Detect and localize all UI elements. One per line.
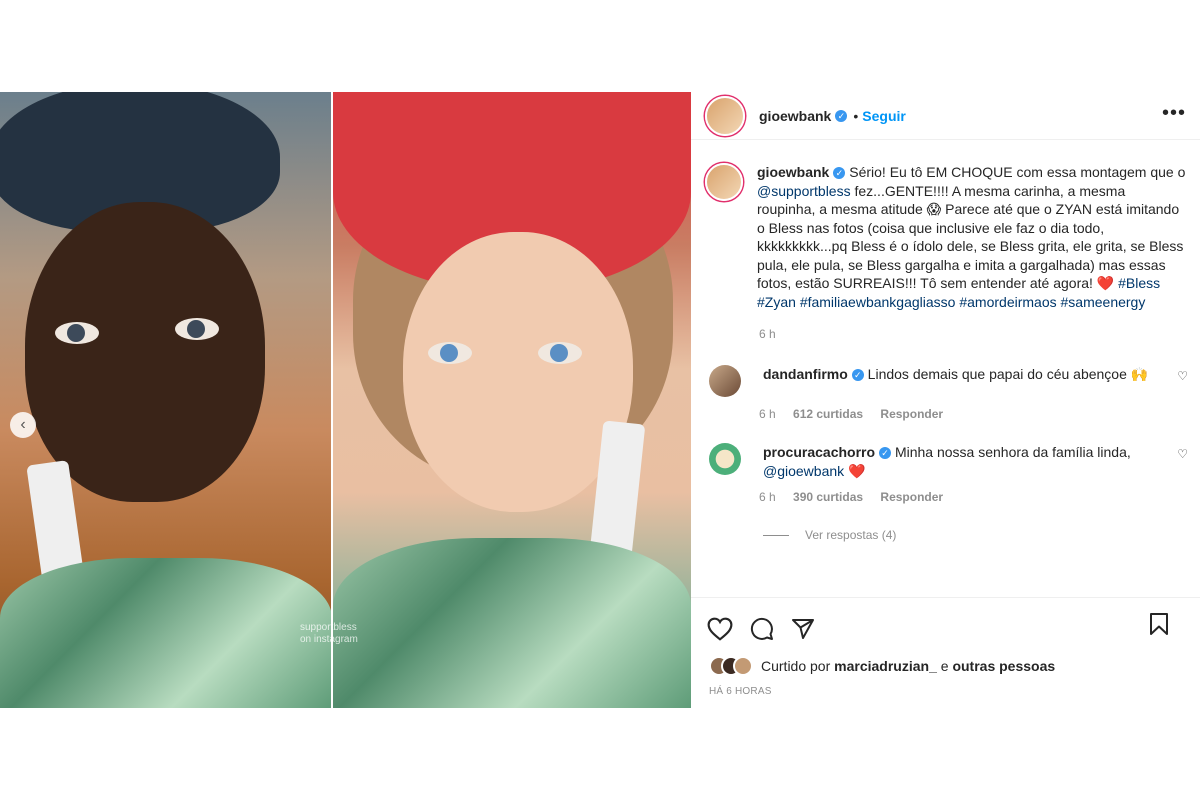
commenter-username[interactable]: procuracachorro (763, 444, 875, 460)
commenter-username[interactable]: dandanfirmo (763, 366, 848, 382)
liker-avatar[interactable] (733, 656, 753, 676)
photo-right-child (333, 92, 691, 708)
face-left (25, 202, 265, 502)
bookmark-icon[interactable] (1148, 612, 1170, 636)
liked-by-others[interactable]: outras pessoas (952, 658, 1055, 674)
verified-icon: ✓ (833, 167, 846, 180)
swimsuit-right (333, 538, 691, 708)
comment-likes[interactable]: 390 curtidas (793, 490, 863, 504)
comment-emoji: ❤️ (844, 462, 866, 479)
author-username[interactable]: gioewbank (759, 108, 831, 124)
watermark: supportbless on instagram (300, 622, 358, 646)
comments-section[interactable]: gioewbank ✓ Sério! Eu tô EM CHOQUE com es… (691, 141, 1200, 596)
comment-time: 6 h (759, 407, 776, 421)
hashtag-link[interactable]: #Bless (1118, 275, 1160, 291)
verified-icon: ✓ (851, 369, 864, 382)
hashtag-link[interactable]: #sameenergy (1061, 294, 1146, 310)
reply-button[interactable]: Responder (880, 407, 943, 421)
post-media[interactable]: ‹ supportbless on instagram (0, 92, 691, 708)
hashtag-link[interactable]: #amordeirmaos (959, 294, 1056, 310)
post-timestamp[interactable]: HÁ 6 HORAS (691, 686, 1200, 697)
eye-right-1 (428, 342, 472, 364)
view-replies[interactable]: Ver respostas (4) (763, 528, 1200, 542)
eye-left-2 (175, 318, 219, 340)
caption-avatar[interactable] (705, 163, 743, 201)
eye-right-2 (538, 342, 582, 364)
reply-button[interactable]: Responder (880, 490, 943, 504)
commenter-avatar[interactable] (709, 443, 741, 475)
liked-by-user[interactable]: marciadruzian_ (834, 658, 937, 674)
previous-arrow-icon[interactable]: ‹ (10, 412, 36, 438)
photo-left-child: ‹ (0, 92, 332, 708)
post-panel: gioewbank ✓ • Seguir ••• gioewbank ✓ Séri… (691, 92, 1200, 708)
comment-bubble-icon[interactable] (749, 617, 775, 641)
more-options-icon[interactable]: ••• (1162, 102, 1186, 125)
watermark-line-2: on instagram (300, 634, 358, 645)
author-avatar[interactable] (705, 95, 745, 136)
mention-link[interactable]: @gioewbank (763, 463, 844, 479)
action-bar: Curtido por marciadruzian_ e outras pess… (691, 597, 1200, 708)
verified-icon: ✓ (835, 109, 848, 122)
caption-body-1: Sério! Eu tô EM CHOQUE com essa montagem… (849, 164, 1186, 180)
comment-meta: 6 h 390 curtidas Responder (759, 490, 1200, 504)
comment-meta: 6 h 612 curtidas Responder (759, 407, 1200, 421)
liked-by-and: e (936, 658, 953, 674)
action-icons-row (691, 598, 1200, 648)
eye-left-1 (55, 322, 99, 344)
like-heart-icon[interactable] (707, 617, 733, 641)
liked-by-text: Curtido por marciadruzian_ e outras pess… (761, 658, 1055, 674)
caption-username[interactable]: gioewbank (757, 164, 829, 180)
comment-text: procuracachorro ✓ Minha nossa senhora da … (763, 443, 1163, 480)
post-header: gioewbank ✓ • Seguir ••• (691, 92, 1200, 140)
caption: gioewbank ✓ Sério! Eu tô EM CHOQUE com es… (691, 141, 1200, 311)
caption-text: gioewbank ✓ Sério! Eu tô EM CHOQUE com es… (757, 163, 1186, 311)
hashtag-link[interactable]: #Zyan (757, 294, 796, 310)
view-replies-label[interactable]: Ver respostas (4) (805, 528, 896, 542)
commenter-avatar[interactable] (709, 365, 741, 397)
comment-body: Lindos demais que papai do céu abençoe 🙌 (867, 366, 1149, 382)
liked-by-prefix: Curtido por (761, 658, 835, 674)
like-comment-heart-icon[interactable]: ♡ (1177, 447, 1188, 461)
comment-likes[interactable]: 612 curtidas (793, 407, 863, 421)
liked-by: Curtido por marciadruzian_ e outras pess… (691, 656, 1200, 676)
verified-icon: ✓ (879, 447, 892, 460)
swimsuit-left (0, 558, 332, 708)
follow-button[interactable]: Seguir (862, 108, 906, 124)
comment-body: Minha nossa senhora da família linda, (894, 444, 1131, 460)
comment-time: 6 h (759, 490, 776, 504)
replies-line (763, 534, 789, 536)
comment-text: dandanfirmo ✓ Lindos demais que papai do … (763, 365, 1163, 397)
caption-time: 6 h (759, 327, 776, 341)
comment-item: procuracachorro ✓ Minha nossa senhora da … (691, 443, 1200, 480)
comment-item: dandanfirmo ✓ Lindos demais que papai do … (691, 365, 1200, 397)
separator-dot: • (853, 107, 859, 124)
share-paper-plane-icon[interactable] (791, 617, 815, 641)
hashtag-link[interactable]: #familiaewbankgagliasso (800, 294, 956, 310)
like-comment-heart-icon[interactable]: ♡ (1177, 369, 1188, 383)
mention-link[interactable]: @supportbless (757, 183, 851, 199)
watermark-line-1: supportbless (300, 622, 357, 633)
